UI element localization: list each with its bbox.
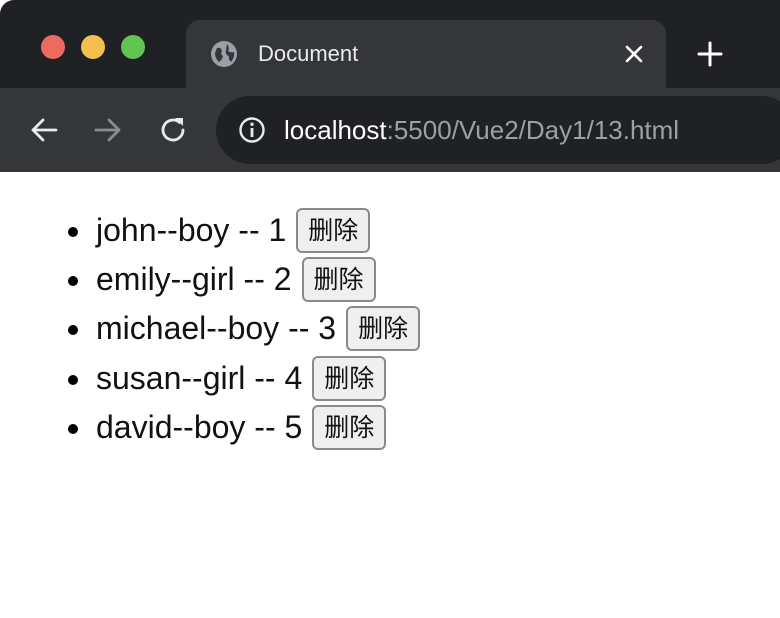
page-content: john--boy -- 1 删除 emily--girl -- 2 删除 mi… — [0, 172, 780, 618]
delete-button[interactable]: 删除 — [312, 404, 387, 450]
new-tab-plus-icon[interactable] — [696, 40, 724, 68]
browser-titlebar: Document — [0, 0, 780, 88]
list-item-text: david--boy -- 5 — [96, 408, 303, 445]
delete-button[interactable]: 删除 — [312, 355, 387, 401]
bullet — [68, 276, 78, 287]
list-item: susan--girl -- 4 删除 — [56, 354, 420, 403]
globe-icon — [211, 41, 237, 67]
minimize-window-button[interactable] — [81, 35, 105, 59]
bullet — [68, 227, 78, 237]
list-item-text: john--boy -- 1 — [96, 212, 287, 249]
reload-icon[interactable] — [158, 115, 188, 145]
browser-tab[interactable]: Document — [186, 20, 666, 88]
info-icon[interactable] — [238, 116, 266, 144]
bullet — [68, 374, 78, 385]
bullet — [68, 423, 78, 434]
list-item-text: susan--girl -- 4 — [96, 359, 303, 396]
maximize-window-button[interactable] — [121, 35, 145, 59]
list-item: john--boy -- 1 删除 — [56, 206, 420, 255]
url-host: localhost — [284, 115, 387, 145]
list-item: emily--girl -- 2 删除 — [56, 255, 420, 304]
close-icon[interactable] — [622, 42, 646, 66]
person-list: john--boy -- 1 删除 emily--girl -- 2 删除 mi… — [56, 206, 421, 452]
bullet — [68, 325, 78, 336]
address-bar[interactable]: localhost:5500/Vue2/Day1/13.html — [216, 96, 780, 164]
back-arrow-icon[interactable] — [29, 115, 59, 145]
delete-button[interactable]: 删除 — [301, 257, 376, 303]
tab-title: Document — [258, 41, 359, 66]
list-item: michael--boy -- 3 删除 — [56, 304, 421, 353]
browser-toolbar: localhost:5500/Vue2/Day1/13.html — [0, 88, 780, 172]
list-item-text: michael--boy -- 3 — [96, 310, 337, 347]
list-item: david--boy -- 5 删除 — [56, 403, 420, 452]
list-item-text: emily--girl -- 2 — [96, 261, 292, 298]
close-window-button[interactable] — [41, 35, 65, 59]
delete-button[interactable]: 删除 — [296, 208, 371, 254]
url-text[interactable]: localhost:5500/Vue2/Day1/13.html — [284, 115, 679, 145]
url-path: :5500/Vue2/Day1/13.html — [386, 115, 680, 145]
delete-button[interactable]: 删除 — [346, 306, 421, 352]
forward-arrow-icon[interactable] — [93, 115, 123, 145]
